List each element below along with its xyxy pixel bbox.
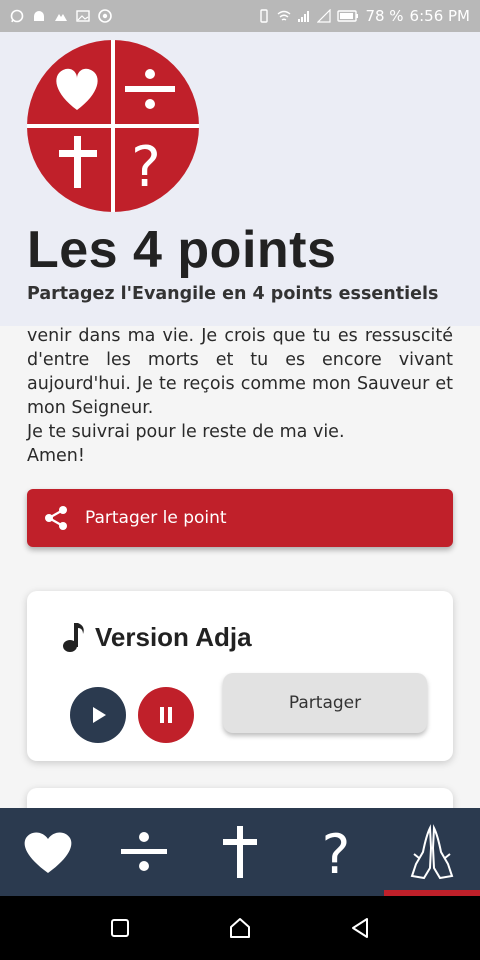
signal-empty-icon <box>317 9 332 23</box>
app-header: ? Les 4 points Partagez l'Evangile en 4 … <box>0 32 480 326</box>
nav-item-divide[interactable] <box>96 808 192 896</box>
clock: 6:56 PM <box>409 7 470 25</box>
chrome-icon <box>98 9 112 23</box>
back-button[interactable] <box>350 917 370 939</box>
nav-item-heart[interactable] <box>0 808 96 896</box>
audio-card: Version Adja Partager <box>27 591 453 761</box>
prayer-paragraph: venir dans ma vie. Je crois que tu es re… <box>27 326 453 418</box>
wifi-icon <box>277 9 291 23</box>
prayer-paragraph: Amen! <box>27 446 85 466</box>
divide-icon <box>121 832 167 871</box>
audio-title: Version Adja <box>61 621 252 653</box>
svg-text:?: ? <box>322 827 351 877</box>
nav-item-prayer[interactable] <box>384 808 480 896</box>
vibrate-icon <box>257 9 271 23</box>
app-title: Les 4 points <box>27 221 337 279</box>
image-icon <box>76 9 90 23</box>
system-nav-bar <box>0 896 480 960</box>
pause-button[interactable] <box>138 687 194 743</box>
share-point-button[interactable]: Partager le point <box>27 489 453 547</box>
whatsapp-icon <box>10 9 24 23</box>
audio-title-text: Version Adja <box>95 621 252 652</box>
praying-hands-icon <box>410 824 454 880</box>
system-status: 78 % 6:56 PM <box>257 7 470 25</box>
content-scroll[interactable]: venir dans ma vie. Je crois que tu es re… <box>0 326 480 808</box>
recents-button[interactable] <box>110 918 130 938</box>
nav-item-question[interactable]: ? <box>288 808 384 896</box>
prayer-text: venir dans ma vie. Je crois que tu es re… <box>27 326 453 468</box>
question-icon: ? <box>322 827 351 877</box>
share-point-label: Partager le point <box>85 508 227 528</box>
app-logo: ? <box>27 40 199 212</box>
pause-icon <box>160 707 172 723</box>
bottom-nav: ? <box>0 808 480 896</box>
notification-icons <box>10 9 112 23</box>
play-icon <box>93 707 106 723</box>
cross-icon <box>223 826 257 878</box>
home-button[interactable] <box>229 917 251 939</box>
next-card <box>27 788 453 808</box>
nav-item-cross[interactable] <box>192 808 288 896</box>
battery-percent: 78 % <box>365 7 404 25</box>
prayer-paragraph: Je te suivrai pour le reste de ma vie. <box>27 422 345 442</box>
cloud-icon <box>54 9 68 23</box>
share-icon <box>43 505 69 531</box>
android-icon <box>32 9 46 23</box>
heart-icon <box>24 832 72 873</box>
status-bar: 78 % 6:56 PM <box>0 0 480 32</box>
music-note-icon <box>61 621 87 653</box>
app-subtitle: Partagez l'Evangile en 4 points essentie… <box>27 284 439 304</box>
svg-text:?: ? <box>131 135 161 200</box>
play-button[interactable] <box>70 687 126 743</box>
signal-icon <box>297 9 311 23</box>
share-audio-button[interactable]: Partager <box>223 673 427 733</box>
battery-icon <box>337 9 359 23</box>
